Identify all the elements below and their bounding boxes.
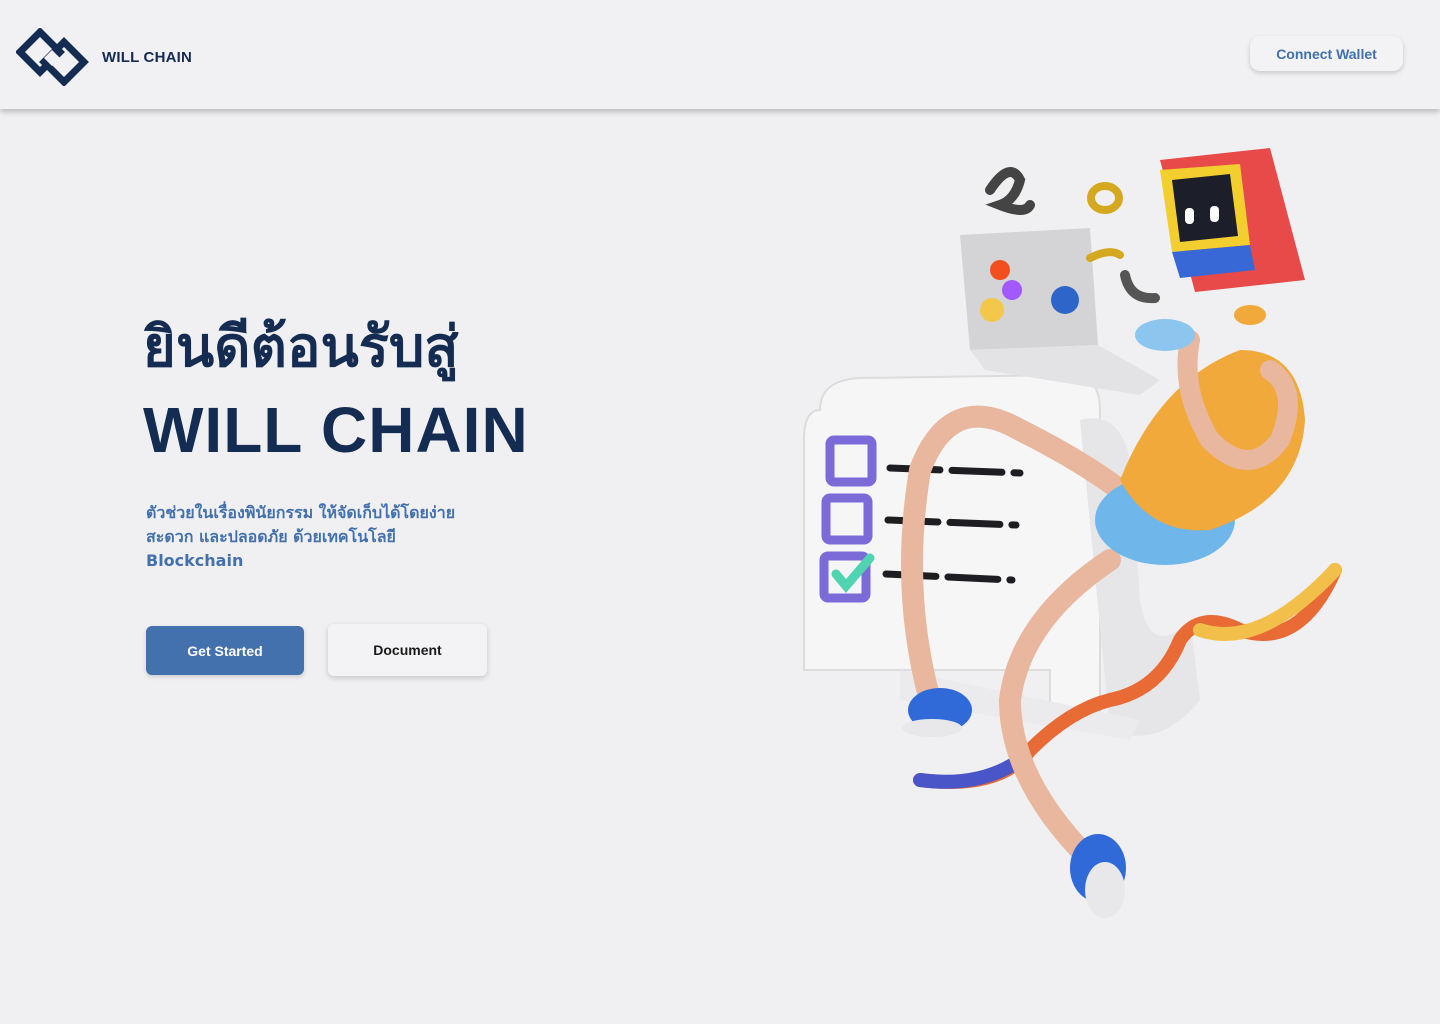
hero-subtitle-line-2: สะดวก และปลอดภัย ด้วยเทคโนโลยี [146, 527, 396, 546]
brand-name: WILL CHAIN [102, 48, 193, 66]
hero-subtitle: ตัวช่วยในเรื่องพินัยกรรม ให้จัดเก็บได้โด… [146, 501, 506, 573]
connect-wallet-button[interactable]: Connect Wallet [1250, 36, 1403, 71]
top-navbar: WILL CHAIN Connect Wallet [0, 0, 1440, 109]
laptop-icon [960, 228, 1160, 395]
hero-title: ยินดีต้อนรับสู่ WILL CHAIN [143, 305, 663, 469]
get-started-button[interactable]: Get Started [146, 626, 304, 675]
document-button[interactable]: Document [328, 624, 487, 676]
chain-logo-icon [16, 28, 89, 86]
hero-title-brand: WILL CHAIN [143, 394, 529, 466]
hero-subtitle-line-3: Blockchain [146, 551, 244, 570]
hero-subtitle-line-1: ตัวช่วยในเรื่องพินัยกรรม ให้จัดเก็บได้โด… [146, 503, 456, 522]
monitor-head-icon [1160, 148, 1305, 292]
brand-logo[interactable]: WILL CHAIN [16, 28, 192, 86]
hero-title-thai: ยินดีต้อนรับสู่ [143, 315, 459, 380]
hero-illustration [803, 148, 1342, 918]
